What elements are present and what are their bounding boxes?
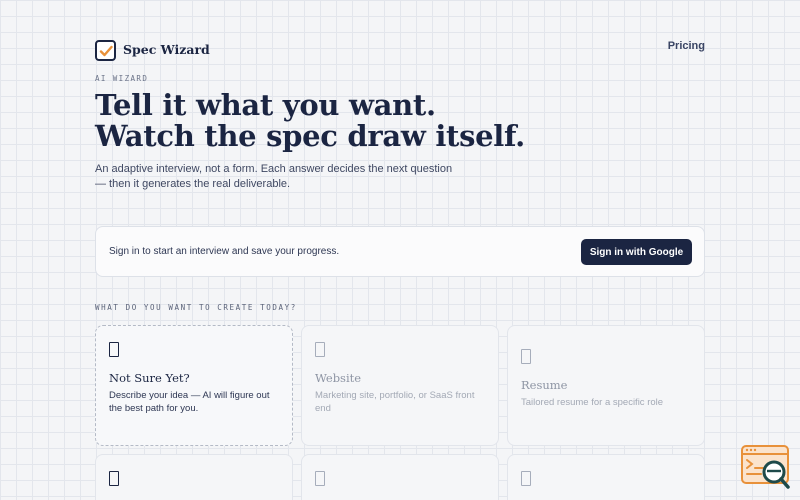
logo-checkbox-icon [95,40,116,61]
card-row2-2[interactable] [301,454,499,500]
brand-name: Spec Wizard [123,42,210,57]
google-signin-button[interactable]: Sign in with Google [581,239,692,265]
document-icon [109,342,119,357]
signin-card: Sign in to start an interview and save y… [95,226,705,277]
card-not-sure-yet[interactable]: Not Sure Yet? Describe your idea — AI wi… [95,325,293,446]
inspect-code-icon[interactable] [741,445,791,491]
document-icon [109,471,119,486]
document-icon [315,342,325,357]
card-row2-1[interactable] [95,454,293,500]
hero-subhead: An adaptive interview, not a form. Each … [95,163,453,190]
hero-headline: Tell it what you want. Watch the spec dr… [95,90,525,152]
pricing-link[interactable]: Pricing [668,40,705,52]
signin-prompt: Sign in to start an interview and save y… [109,246,340,257]
hero-eyebrow: AI WIZARD [95,74,149,83]
section-label: WHAT DO YOU WANT TO CREATE TODAY? [95,303,297,312]
card-description: Describe your idea — AI will figure out … [109,390,270,414]
card-description: Marketing site, portfolio, or SaaS front… [315,390,475,414]
card-resume[interactable]: Resume Tailored resume for a specific ro… [507,325,705,446]
card-description: Tailored resume for a specific role [521,397,664,408]
card-row2-3[interactable] [507,454,705,500]
card-title: Website [315,371,362,385]
card-title: Resume [521,378,568,392]
document-icon [315,471,325,486]
card-website[interactable]: Website Marketing site, portfolio, or Sa… [301,325,499,446]
header: Spec Wizard Pricing [95,40,705,62]
document-icon [521,471,531,486]
headline-line-2: Watch the spec draw itself. [95,119,525,153]
headline-line-1: Tell it what you want. [95,88,436,122]
document-icon [521,349,531,364]
card-title: Not Sure Yet? [109,371,190,385]
